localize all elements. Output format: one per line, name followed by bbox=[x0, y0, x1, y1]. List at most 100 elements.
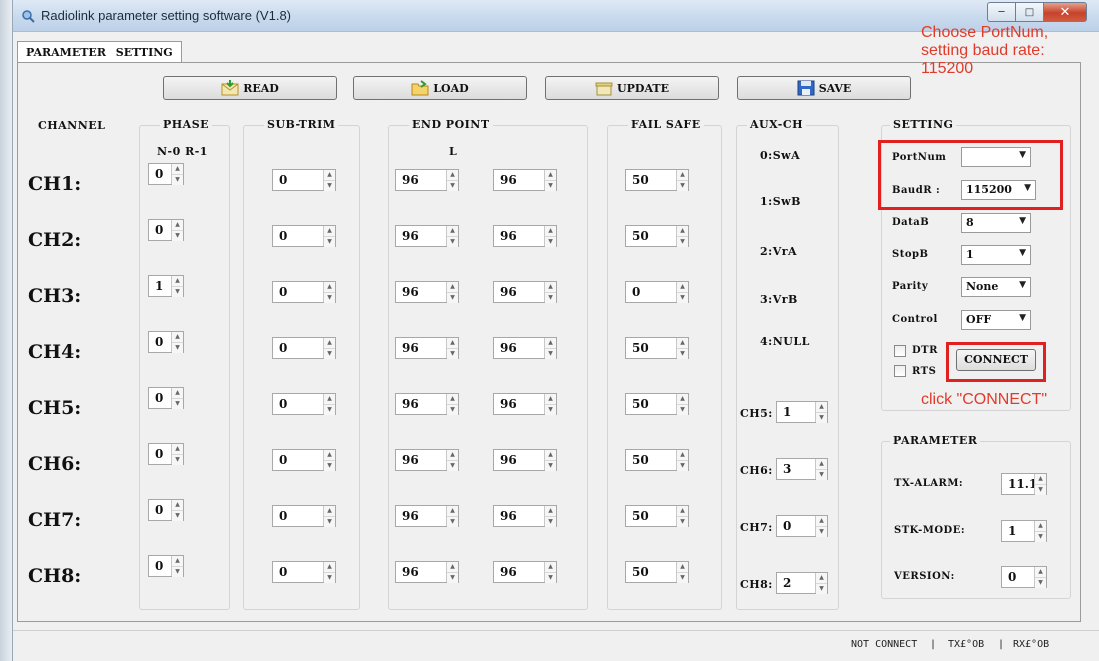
spinner-arrows[interactable]: ▲ ▼ bbox=[676, 170, 688, 191]
spinner-arrows[interactable]: ▲ ▼ bbox=[171, 444, 183, 465]
spinner-arrows[interactable]: ▲ ▼ bbox=[171, 556, 183, 577]
spin-up-icon[interactable]: ▲ bbox=[545, 170, 556, 181]
spinner-arrows[interactable]: ▲ ▼ bbox=[446, 506, 458, 527]
failsafe-spinner[interactable]: 50 ▲ ▼ bbox=[625, 393, 689, 415]
spin-down-icon[interactable]: ▼ bbox=[172, 175, 183, 185]
subtrim-spinner[interactable]: 0 ▲ ▼ bbox=[272, 225, 336, 247]
spinner-arrows[interactable]: ▲ ▼ bbox=[171, 500, 183, 521]
spinner-arrows[interactable]: ▲ ▼ bbox=[544, 394, 556, 415]
spin-down-icon[interactable]: ▼ bbox=[447, 181, 458, 191]
spin-down-icon[interactable]: ▼ bbox=[677, 517, 688, 527]
update-button[interactable]: UPDATE bbox=[545, 76, 719, 100]
spin-down-icon[interactable]: ▼ bbox=[677, 461, 688, 471]
spin-down-icon[interactable]: ▼ bbox=[447, 293, 458, 303]
spin-down-icon[interactable]: ▼ bbox=[172, 399, 183, 409]
spin-up-icon[interactable]: ▲ bbox=[324, 282, 335, 293]
spinner-arrows[interactable]: ▲ ▼ bbox=[446, 282, 458, 303]
spin-down-icon[interactable]: ▼ bbox=[447, 237, 458, 247]
spin-up-icon[interactable]: ▲ bbox=[324, 450, 335, 461]
spin-up-icon[interactable]: ▲ bbox=[172, 332, 183, 343]
spin-up-icon[interactable]: ▲ bbox=[1035, 474, 1046, 485]
spinner-arrows[interactable]: ▲ ▼ bbox=[323, 338, 335, 359]
spinner-arrows[interactable]: ▲ ▼ bbox=[544, 226, 556, 247]
spinner-arrows[interactable]: ▲ ▼ bbox=[544, 562, 556, 583]
spin-down-icon[interactable]: ▼ bbox=[172, 287, 183, 297]
spin-down-icon[interactable]: ▼ bbox=[545, 349, 556, 359]
spin-down-icon[interactable]: ▼ bbox=[677, 237, 688, 247]
spinner-arrows[interactable]: ▲ ▼ bbox=[446, 562, 458, 583]
phase-spinner[interactable]: 0 ▲ ▼ bbox=[148, 387, 184, 409]
close-button[interactable]: ✕ bbox=[1043, 2, 1087, 22]
chevron-down-icon[interactable]: ▼ bbox=[1019, 280, 1026, 290]
spinner-arrows[interactable]: ▲ ▼ bbox=[815, 402, 827, 423]
spin-down-icon[interactable]: ▼ bbox=[324, 349, 335, 359]
spinner-arrows[interactable]: ▲ ▼ bbox=[171, 220, 183, 241]
spinner-arrows[interactable]: ▲ ▼ bbox=[544, 170, 556, 191]
spin-up-icon[interactable]: ▲ bbox=[447, 226, 458, 237]
spin-up-icon[interactable]: ▲ bbox=[1035, 567, 1046, 578]
spin-down-icon[interactable]: ▼ bbox=[324, 461, 335, 471]
dtr-checkbox[interactable] bbox=[894, 345, 906, 357]
endpoint-right-spinner[interactable]: 96 ▲ ▼ bbox=[493, 393, 557, 415]
spin-down-icon[interactable]: ▼ bbox=[172, 455, 183, 465]
spin-down-icon[interactable]: ▼ bbox=[324, 237, 335, 247]
spinner-arrows[interactable]: ▲ ▼ bbox=[676, 282, 688, 303]
endpoint-left-spinner[interactable]: 96 ▲ ▼ bbox=[395, 449, 459, 471]
spin-down-icon[interactable]: ▼ bbox=[1035, 485, 1046, 495]
spin-up-icon[interactable]: ▲ bbox=[545, 282, 556, 293]
endpoint-left-spinner[interactable]: 96 ▲ ▼ bbox=[395, 281, 459, 303]
spinner-arrows[interactable]: ▲ ▼ bbox=[676, 226, 688, 247]
endpoint-right-spinner[interactable]: 96 ▲ ▼ bbox=[493, 169, 557, 191]
spin-up-icon[interactable]: ▲ bbox=[172, 164, 183, 175]
spin-down-icon[interactable]: ▼ bbox=[324, 517, 335, 527]
spinner-arrows[interactable]: ▲ ▼ bbox=[815, 459, 827, 480]
subtrim-spinner[interactable]: 0 ▲ ▼ bbox=[272, 281, 336, 303]
spin-up-icon[interactable]: ▲ bbox=[816, 516, 827, 527]
spinner-arrows[interactable]: ▲ ▼ bbox=[171, 388, 183, 409]
read-button[interactable]: READ bbox=[163, 76, 337, 100]
spin-up-icon[interactable]: ▲ bbox=[172, 500, 183, 511]
spin-down-icon[interactable]: ▼ bbox=[447, 461, 458, 471]
spin-down-icon[interactable]: ▼ bbox=[172, 231, 183, 241]
spin-up-icon[interactable]: ▲ bbox=[545, 394, 556, 405]
spinner-arrows[interactable]: ▲ ▼ bbox=[544, 506, 556, 527]
spin-up-icon[interactable]: ▲ bbox=[677, 170, 688, 181]
spinner-arrows[interactable]: ▲ ▼ bbox=[323, 282, 335, 303]
maximize-button[interactable]: □ bbox=[1015, 2, 1043, 22]
spinner-arrows[interactable]: ▲ ▼ bbox=[676, 338, 688, 359]
spin-down-icon[interactable]: ▼ bbox=[677, 181, 688, 191]
failsafe-spinner[interactable]: 50 ▲ ▼ bbox=[625, 561, 689, 583]
spin-up-icon[interactable]: ▲ bbox=[545, 226, 556, 237]
failsafe-spinner[interactable]: 50 ▲ ▼ bbox=[625, 449, 689, 471]
minimize-button[interactable]: ─ bbox=[987, 2, 1015, 22]
datab-select[interactable]: 8 ▼ bbox=[961, 213, 1031, 233]
spin-up-icon[interactable]: ▲ bbox=[677, 450, 688, 461]
endpoint-right-spinner[interactable]: 96 ▲ ▼ bbox=[493, 505, 557, 527]
endpoint-right-spinner[interactable]: 96 ▲ ▼ bbox=[493, 281, 557, 303]
spin-down-icon[interactable]: ▼ bbox=[816, 584, 827, 594]
spinner-arrows[interactable]: ▲ ▼ bbox=[544, 450, 556, 471]
spin-up-icon[interactable]: ▲ bbox=[677, 282, 688, 293]
spinner-arrows[interactable]: ▲ ▼ bbox=[323, 450, 335, 471]
spin-up-icon[interactable]: ▲ bbox=[172, 556, 183, 567]
spin-down-icon[interactable]: ▼ bbox=[816, 470, 827, 480]
spin-down-icon[interactable]: ▼ bbox=[447, 573, 458, 583]
stk-mode-spinner[interactable]: 1 ▲ ▼ bbox=[1001, 520, 1047, 542]
spinner-arrows[interactable]: ▲ ▼ bbox=[1034, 521, 1046, 542]
aux-ch-spinner[interactable]: 1 ▲ ▼ bbox=[776, 401, 828, 423]
tab-parameter-setting[interactable]: PARAMETER SETTING bbox=[17, 41, 182, 63]
spin-up-icon[interactable]: ▲ bbox=[677, 562, 688, 573]
subtrim-spinner[interactable]: 0 ▲ ▼ bbox=[272, 393, 336, 415]
spin-up-icon[interactable]: ▲ bbox=[816, 402, 827, 413]
spinner-arrows[interactable]: ▲ ▼ bbox=[1034, 474, 1046, 495]
load-button[interactable]: LOAD bbox=[353, 76, 527, 100]
spin-up-icon[interactable]: ▲ bbox=[172, 444, 183, 455]
spin-down-icon[interactable]: ▼ bbox=[447, 517, 458, 527]
spinner-arrows[interactable]: ▲ ▼ bbox=[446, 394, 458, 415]
spin-up-icon[interactable]: ▲ bbox=[324, 394, 335, 405]
spinner-arrows[interactable]: ▲ ▼ bbox=[676, 450, 688, 471]
tx-alarm-spinner[interactable]: 11.1 ▲ ▼ bbox=[1001, 473, 1047, 495]
spin-up-icon[interactable]: ▲ bbox=[324, 338, 335, 349]
spin-down-icon[interactable]: ▼ bbox=[545, 237, 556, 247]
spinner-arrows[interactable]: ▲ ▼ bbox=[446, 450, 458, 471]
